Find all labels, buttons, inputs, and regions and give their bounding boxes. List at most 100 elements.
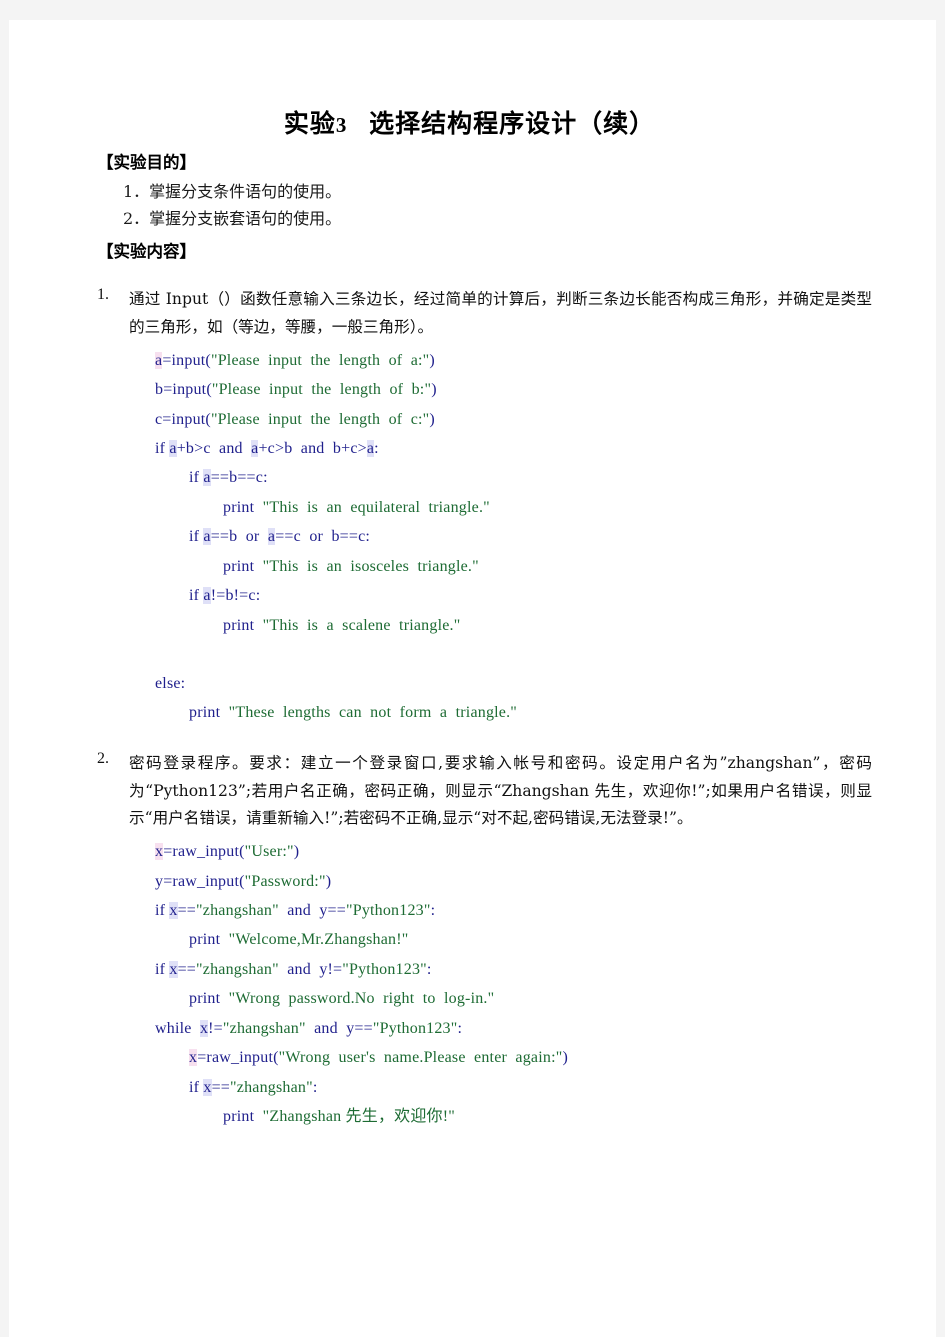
code-token-kw: : xyxy=(426,960,432,978)
code-token-kw: =input( xyxy=(162,351,211,369)
code-token-str: "Please input the length of c:" xyxy=(210,410,430,428)
code-token-id: a xyxy=(203,587,211,605)
code-token-kw: and y== xyxy=(305,1019,373,1037)
code-line: x=raw_input("Wrong user's name.Please en… xyxy=(155,1043,872,1072)
document-content: 实验3 选择结构程序设计（续） 【实验目的】 1．掌握分支条件语句的使用。 2．… xyxy=(97,104,872,1132)
code-token-kw: b=input( xyxy=(155,381,212,399)
code-token-kw: print xyxy=(223,557,263,575)
code-token-kw: while xyxy=(155,1019,200,1037)
code-token-kw: != xyxy=(208,1019,223,1037)
code-line: if a==b==c: xyxy=(155,463,872,492)
code-token-idp: x xyxy=(155,843,164,861)
code-token-str: "This is an equilateral triangle." xyxy=(262,498,490,516)
code-token-kw: ==b==c: xyxy=(210,469,268,487)
section-heading-purpose: 【实验目的】 xyxy=(97,153,196,172)
code-token-str: "Python123" xyxy=(342,960,427,978)
code-token-kw: if xyxy=(155,960,170,978)
code-token-kw: +c>b and b+c> xyxy=(258,439,367,457)
code-token-str: "Python123" xyxy=(345,902,431,920)
code-token-kw: : xyxy=(430,902,436,920)
code-token-id: a xyxy=(169,439,177,457)
problem-description: 通过 Input（）函数任意输入三条边长，经过简单的计算后，判断三条边长能否构成… xyxy=(129,290,872,336)
code-line: if a!=b!=c: xyxy=(155,581,872,610)
code-token-kw: print xyxy=(223,498,263,516)
code-token-kw: ==c or b==c: xyxy=(275,528,371,546)
objective-item: 2．掌握分支嵌套语句的使用。 xyxy=(123,209,342,229)
code-token-str: "User:" xyxy=(244,843,294,861)
code-token-kw: ) xyxy=(562,1049,568,1067)
code-line: print "Wrong password.No right to log-in… xyxy=(155,984,872,1013)
code-token-kw: if xyxy=(189,528,204,546)
problem-number: 1. xyxy=(97,286,109,304)
code-token-kw: +b>c and xyxy=(176,439,252,457)
problem-description: 密码登录程序。要求：建立一个登录窗口,要求输入帐号和密码。设定用户名为”zhan… xyxy=(129,753,872,828)
code-token-kw: : xyxy=(457,1019,463,1037)
code-token-kw: if xyxy=(155,439,170,457)
code-token-id: a xyxy=(203,528,211,546)
code-token-str: "Welcome,Mr.Zhangshan!" xyxy=(228,931,409,949)
code-token-kw: and y!= xyxy=(278,960,343,978)
code-token-str: "Wrong user's name.Please enter again:" xyxy=(278,1049,563,1067)
code-token-kw: y=raw_input( xyxy=(155,872,245,890)
code-token-kw: if xyxy=(189,469,204,487)
code-token-str: "Wrong password.No right to log-in." xyxy=(228,990,495,1008)
code-token-id: a xyxy=(203,469,211,487)
code-token-kw: : xyxy=(374,439,379,457)
code-token-kw: ) xyxy=(293,843,300,861)
section-heading-content: 【实验内容】 xyxy=(97,241,196,261)
code-token-kw: !=b!=c: xyxy=(210,587,261,605)
code-token-kw: print xyxy=(223,616,263,634)
code-token-kw: == xyxy=(177,902,197,920)
code-line: x=raw_input("User:") xyxy=(155,837,872,866)
problem-body: 通过 Input（）函数任意输入三条边长，经过简单的计算后，判断三条边长能否构成… xyxy=(97,286,872,728)
code-token-kw: if xyxy=(189,1078,204,1096)
code-line: print "This is a scalene triangle." xyxy=(155,611,872,640)
code-block: x=raw_input("User:") y=raw_input("Passwor… xyxy=(129,837,872,1131)
code-token-str: "This is an isosceles triangle." xyxy=(262,557,479,575)
problem-body: 密码登录程序。要求：建立一个登录窗口,要求输入帐号和密码。设定用户名为”zhan… xyxy=(97,750,872,1132)
code-token-str: "zhangshan" xyxy=(196,902,279,920)
code-line: if x=="zhangshan" and y!="Python123": xyxy=(155,955,872,984)
objective-item: 1．掌握分支条件语句的使用。 xyxy=(123,181,342,201)
problem-block: 1. 通过 Input（）函数任意输入三条边长，经过简单的计算后，判断三条边长能否… xyxy=(97,286,872,728)
code-line: print "Zhangshan 先生，欢迎你!" xyxy=(155,1102,872,1131)
problems-container: 1. 通过 Input（）函数任意输入三条边长，经过简单的计算后，判断三条边长能否… xyxy=(97,286,872,1131)
code-token-kw: if xyxy=(155,902,170,920)
code-token-kw: c=input( xyxy=(155,410,211,428)
objectives-list: 1．掌握分支条件语句的使用。 2．掌握分支嵌套语句的使用。 xyxy=(97,178,872,233)
code-token-kw: : xyxy=(312,1078,318,1096)
page-title-rest: 选择结构程序设计（续） xyxy=(369,111,656,138)
code-token-str: "Please input the length of a:" xyxy=(210,351,430,369)
code-token-str: "These lengths can not form a triangle." xyxy=(228,704,518,722)
code-token-str: "zhangshan" xyxy=(222,1019,306,1037)
code-token-kw: == xyxy=(211,1078,231,1096)
code-token-str: "zhangshan" xyxy=(196,960,279,978)
code-block: a=input("Please input the length of a:")… xyxy=(129,346,872,728)
code-token-idp: x xyxy=(189,1049,198,1067)
code-token-kw: print xyxy=(189,704,229,722)
code-line: print "Welcome,Mr.Zhangshan!" xyxy=(155,925,872,954)
code-line: else: xyxy=(155,669,872,698)
code-token-kw: ) xyxy=(429,410,435,428)
code-line: a=input("Please input the length of a:") xyxy=(155,346,872,375)
code-token-id: x xyxy=(169,902,178,920)
code-line: if a==b or a==c or b==c: xyxy=(155,522,872,551)
code-token-kw: print xyxy=(189,931,229,949)
code-line: b=input("Please input the length of b:") xyxy=(155,375,872,404)
code-token-kw: ) xyxy=(431,381,437,399)
code-token-kw: =raw_input( xyxy=(163,843,245,861)
code-token-kw: =raw_input( xyxy=(197,1049,279,1067)
code-line: if a+b>c and a+c>b and b+c>a: xyxy=(155,434,872,463)
problem-block: 2. 密码登录程序。要求：建立一个登录窗口,要求输入帐号和密码。设定用户名为”zh… xyxy=(97,750,872,1132)
code-token-str: "Python123" xyxy=(372,1019,458,1037)
code-token-kw: ) xyxy=(325,872,332,890)
code-line: y=raw_input("Password:") xyxy=(155,867,872,896)
code-token-str: "Please input the length of b:" xyxy=(211,381,432,399)
code-token-kw: else: xyxy=(155,675,186,693)
code-token-str: "Password:" xyxy=(244,872,326,890)
code-token-kw: print xyxy=(223,1108,263,1126)
code-token-id: x xyxy=(169,960,178,978)
code-token-kw: print xyxy=(189,990,229,1008)
problem-number: 2. xyxy=(97,749,109,767)
